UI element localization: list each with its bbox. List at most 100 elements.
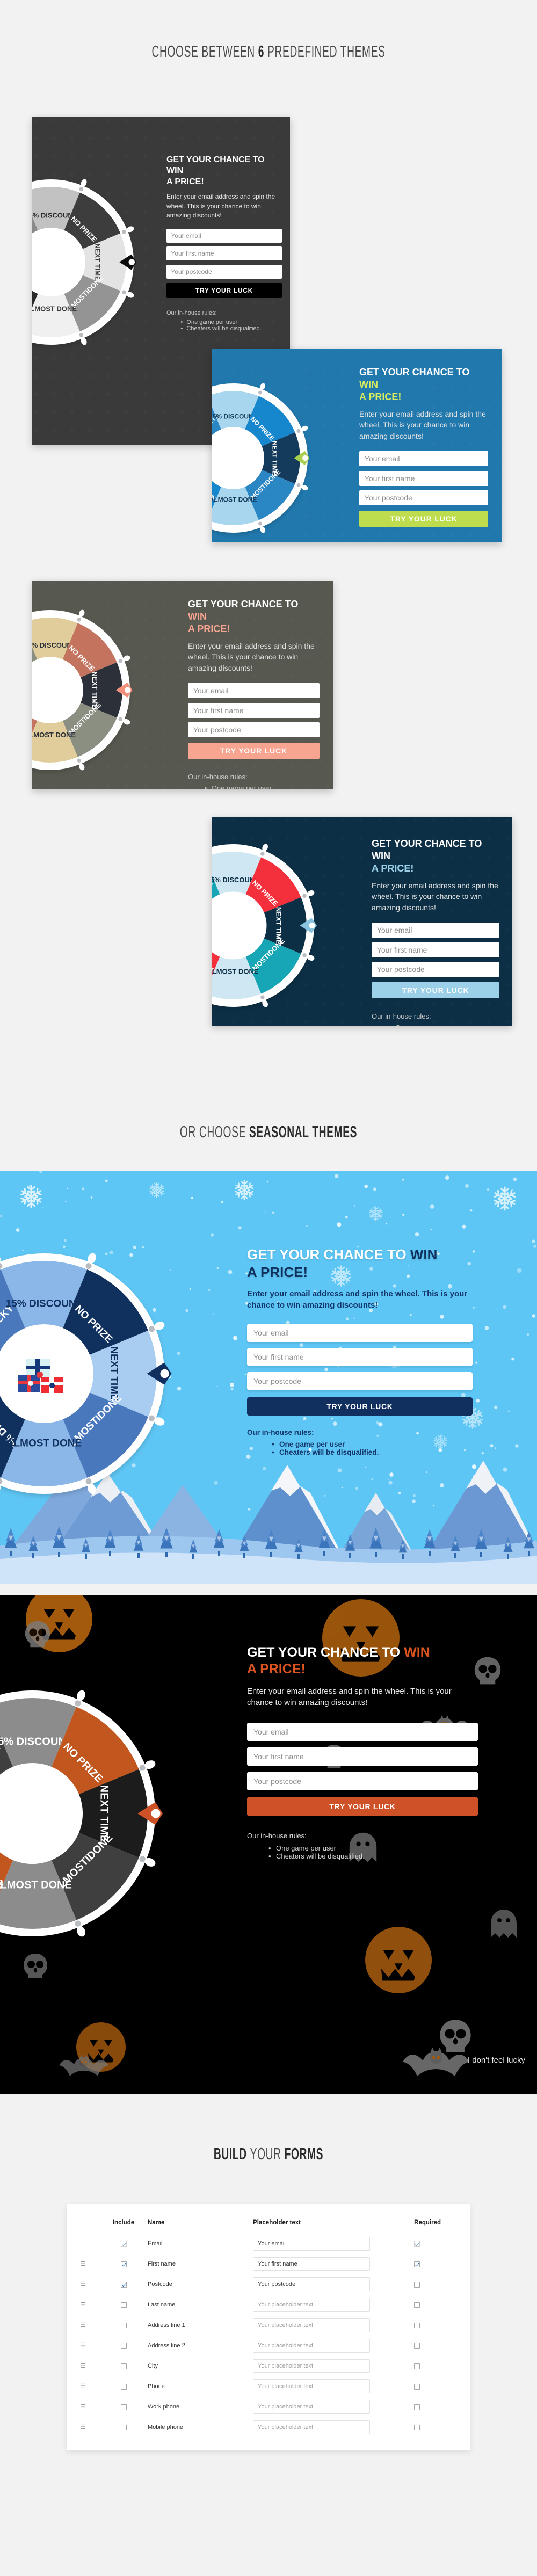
card-title: GET YOUR CHANCE TO WIN A PRICE! — [188, 598, 320, 635]
winter-first-name-input[interactable]: Your first name — [247, 1348, 473, 1366]
placeholder-text-input[interactable]: Your placeholder text — [253, 2379, 371, 2393]
theme-card-navy-teal[interactable]: 50% DISCOUNTNO PRIZEUNLUCKY15% DISCOUNTN… — [212, 817, 512, 1026]
required-checkbox[interactable] — [414, 2322, 420, 2328]
wheel-peg — [296, 483, 301, 487]
required-checkbox[interactable] — [414, 2240, 420, 2247]
halloween-try-your-luck-button[interactable]: TRY YOUR LUCK — [247, 1797, 478, 1816]
halloween-decline-link[interactable]: I don't feel lucky — [468, 2056, 525, 2065]
card-first-name-input[interactable]: Your first name — [166, 246, 282, 261]
required-checkbox[interactable] — [414, 2302, 420, 2308]
include-checkbox[interactable] — [120, 2261, 127, 2267]
title-excl: ! — [227, 623, 230, 635]
col-header-drag — [67, 2214, 99, 2233]
winter-postcode-input[interactable]: Your postcode — [247, 1372, 473, 1390]
drag-handle-icon[interactable]: ☰ — [81, 2404, 86, 2410]
card-rules: Our in-house rules: One game per user Ch… — [359, 541, 488, 542]
required-checkbox[interactable] — [414, 2383, 420, 2390]
halloween-email-input[interactable]: Your email — [247, 1723, 478, 1741]
include-checkbox[interactable] — [120, 2424, 127, 2430]
include-checkbox[interactable] — [120, 2322, 127, 2328]
title-excl: ! — [201, 177, 204, 186]
card-postcode-input[interactable]: Your postcode — [372, 962, 499, 977]
include-checkbox[interactable] — [120, 2363, 127, 2369]
placeholder-text-input[interactable]: Your placeholder text — [253, 2298, 371, 2312]
field-name-label: City — [148, 2363, 158, 2369]
card-postcode-input[interactable]: Your postcode — [188, 722, 320, 738]
drag-handle-icon[interactable]: ☰ — [81, 2343, 86, 2349]
placeholder-text-input[interactable]: Your postcode — [253, 2277, 371, 2291]
drag-handle-icon[interactable]: ☰ — [81, 2323, 86, 2328]
placeholder-text-input[interactable]: Your placeholder text — [253, 2359, 371, 2373]
input-placeholder: Your email — [253, 1728, 289, 1736]
placeholder-text-input[interactable]: Your placeholder text — [253, 2318, 371, 2332]
card-form-mono-dark: GET YOUR CHANCE TO WIN A PRICE! Enter yo… — [166, 155, 282, 332]
drag-handle-icon[interactable]: ☰ — [81, 2282, 86, 2288]
placeholder-text-input[interactable]: Your email — [253, 2237, 371, 2251]
table-row: ☰ Address line 2 Your placeholder text — [67, 2335, 470, 2356]
card-first-name-input[interactable]: Your first name — [359, 470, 488, 486]
placeholder-text-input[interactable]: Your placeholder text — [253, 2339, 371, 2353]
halloween-postcode-input[interactable]: Your postcode — [247, 1772, 478, 1790]
card-first-name-input[interactable]: Your first name — [188, 702, 320, 718]
title-win: WIN — [372, 851, 390, 862]
include-checkbox[interactable] — [120, 2240, 127, 2247]
placeholder-text-input[interactable]: Your first name — [253, 2257, 371, 2271]
required-checkbox[interactable] — [414, 2424, 420, 2430]
card-postcode-input[interactable]: Your postcode — [166, 264, 282, 279]
drag-handle-icon[interactable]: ☰ — [81, 2384, 86, 2390]
theme-card-blue-lime[interactable]: 50% DISCOUNTNO PRIZEUNLUCKY15% DISCOUNTN… — [212, 349, 502, 542]
card-try-your-luck-button[interactable]: TRY YOUR LUCK — [188, 743, 320, 759]
theme-card-olive-salmon[interactable]: 50% DISCOUNTNO PRIZEUNLUCKY15% DISCOUNTN… — [32, 581, 333, 789]
halloween-first-name-input[interactable]: Your first name — [247, 1747, 478, 1766]
include-checkbox[interactable] — [120, 2342, 127, 2349]
prize-wheel-mono-dark[interactable]: 50% DISCOUNTNO PRIZEUNLUCKY15% DISCOUNTN… — [32, 176, 137, 348]
card-rules: Our in-house rules: One game per user Ch… — [372, 1012, 499, 1026]
title-price: A PRICE — [166, 177, 201, 186]
card-first-name-input[interactable]: Your first name — [372, 942, 499, 957]
drag-handle-icon[interactable]: ☰ — [81, 2302, 86, 2308]
input-placeholder: Your postcode — [171, 267, 212, 275]
card-email-input[interactable]: Your email — [166, 228, 282, 243]
card-email-input[interactable]: Your email — [188, 683, 320, 699]
required-checkbox[interactable] — [414, 2261, 420, 2267]
include-checkbox[interactable] — [120, 2302, 127, 2308]
prize-wheel-blue-lime[interactable]: 50% DISCOUNTNO PRIZEUNLUCKY15% DISCOUNTN… — [212, 380, 311, 536]
placeholder-value: Your placeholder text — [258, 2322, 314, 2328]
card-subtitle: Enter your email address and spin the wh… — [359, 409, 486, 440]
card-title: GET YOUR CHANCE TO WIN A PRICE! — [359, 366, 488, 403]
drag-handle-icon[interactable]: ☰ — [81, 2425, 86, 2430]
input-placeholder: Your email — [193, 686, 229, 695]
wheel-peg — [139, 1856, 146, 1862]
prize-wheel-olive-salmon[interactable]: 50% DISCOUNTNO PRIZEUNLUCKY15% DISCOUNTN… — [32, 607, 133, 773]
card-try-your-luck-button[interactable]: TRY YOUR LUCK — [359, 511, 488, 527]
winter-try-your-luck-button[interactable]: TRY YOUR LUCK — [247, 1397, 473, 1416]
winter-prize-wheel[interactable]: 50% DISCOUNTNO PRIZEUNLUCKY15% DISCOUNTN… — [0, 1250, 172, 1497]
prize-wheel-navy-teal[interactable]: 50% DISCOUNTNO PRIZEUNLUCKY15% DISCOUNTN… — [212, 841, 317, 1010]
title-price: A PRICE — [188, 623, 227, 635]
placeholder-text-input[interactable]: Your placeholder text — [253, 2420, 371, 2434]
wheel-peg — [258, 390, 262, 395]
card-postcode-input[interactable]: Your postcode — [359, 490, 488, 506]
card-email-input[interactable]: Your email — [372, 923, 499, 938]
placeholder-text-input[interactable]: Your placeholder text — [253, 2400, 371, 2414]
include-checkbox[interactable] — [120, 2383, 127, 2390]
table-row: Email Your email — [67, 2233, 470, 2254]
include-checkbox[interactable] — [120, 2281, 127, 2288]
card-email-input[interactable]: Your email — [359, 451, 488, 467]
card-rules: Our in-house rules: One game per user Ch… — [188, 773, 320, 789]
card-try-your-luck-button[interactable]: TRY YOUR LUCK — [166, 283, 282, 299]
wheel-peg — [302, 894, 307, 898]
drag-handle-icon[interactable]: ☰ — [81, 2363, 86, 2369]
required-checkbox[interactable] — [414, 2404, 420, 2410]
drag-handle-icon[interactable]: ☰ — [81, 2261, 86, 2267]
required-checkbox[interactable] — [414, 2281, 420, 2288]
wheel-peg — [258, 521, 262, 526]
required-checkbox[interactable] — [414, 2363, 420, 2369]
halloween-prize-wheel[interactable]: 50% DISCOUNTNO PRIZEUNLUCKY15% DISCOUNTN… — [0, 1687, 163, 1940]
winter-email-input[interactable]: Your email — [247, 1324, 473, 1342]
field-name-label: Address line 1 — [148, 2322, 185, 2328]
card-try-your-luck-button[interactable]: TRY YOUR LUCK — [372, 982, 499, 999]
required-checkbox[interactable] — [414, 2342, 420, 2349]
include-checkbox[interactable] — [120, 2404, 127, 2410]
rule-item: One game per user — [205, 784, 320, 789]
